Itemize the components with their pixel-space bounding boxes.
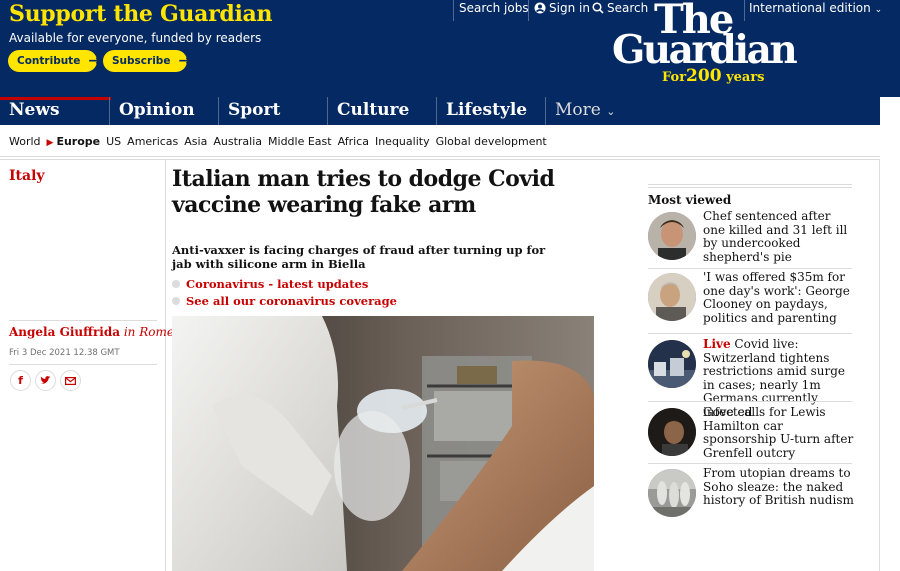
divider — [648, 187, 852, 188]
divider — [648, 184, 852, 185]
vaccination-photo — [172, 316, 594, 571]
related-link[interactable]: Coronavirus - latest updates — [172, 277, 368, 291]
primary-nav: News Opinion Sport Culture Lifestyle Mor… — [0, 97, 880, 125]
logo-years-number: 200 — [686, 66, 722, 86]
most-viewed-thumbnail — [648, 273, 696, 321]
most-viewed-item[interactable]: Chef sentenced after one killed and 31 l… — [648, 209, 855, 268]
related-link[interactable]: See all our coronavirus coverage — [172, 294, 397, 308]
most-viewed-thumbnail — [648, 340, 696, 388]
logo-for: For — [662, 70, 687, 85]
subscribe-button[interactable]: Subscribe → — [103, 50, 191, 72]
divider — [648, 333, 852, 334]
most-viewed-item[interactable]: 'I was offered $35m for one day's work':… — [648, 270, 855, 331]
most-viewed-text: Gove calls for Lewis Hamilton car sponso… — [703, 405, 854, 460]
bullet-icon — [172, 297, 180, 305]
nav-opinion[interactable]: Opinion — [109, 97, 218, 125]
guardian-logo[interactable]: The Guardian For200 years — [612, 0, 817, 90]
nav-culture[interactable]: Culture — [327, 97, 436, 125]
related-link-label: Coronavirus - latest updates — [186, 277, 369, 291]
article-standfirst: Anti-vaxxer is facing charges of fraud a… — [172, 243, 546, 271]
chevron-down-icon: ⌄ — [874, 5, 883, 15]
most-viewed-thumbnail — [648, 408, 696, 456]
most-viewed-item[interactable]: From utopian dreams to Soho sleaze: the … — [648, 466, 855, 525]
email-icon — [65, 376, 76, 385]
subscribe-label: Subscribe — [112, 55, 171, 67]
search-icon — [592, 2, 604, 14]
byline: Angela Giuffrida in Rome — [9, 325, 174, 339]
most-viewed-headline: 'I was offered $35m for one day's work':… — [703, 270, 855, 325]
most-viewed-text: From utopian dreams to Soho sleaze: the … — [703, 466, 854, 507]
column-rule — [165, 160, 166, 571]
column-rule — [879, 160, 880, 571]
divider — [648, 268, 852, 269]
author-name[interactable]: Angela Giuffrida — [9, 325, 120, 339]
support-subtitle: Available for everyone, funded by reader… — [9, 31, 262, 45]
most-viewed-headline: From utopian dreams to Soho sleaze: the … — [703, 466, 855, 508]
facebook-share-button[interactable]: f — [10, 370, 31, 391]
support-title: Support the Guardian — [9, 1, 273, 27]
logo-tagline: For200 years — [662, 66, 765, 86]
nav-more[interactable]: More ⌄ — [545, 97, 645, 125]
most-viewed-title: Most viewed — [648, 193, 732, 207]
logo-years: years — [726, 70, 765, 85]
nav-news[interactable]: News — [0, 97, 111, 125]
divider — [453, 0, 454, 21]
most-viewed-thumbnail — [648, 212, 696, 260]
subnav-africa[interactable]: Africa — [338, 135, 369, 148]
user-icon — [534, 2, 546, 14]
divider — [648, 463, 852, 464]
contribute-button[interactable]: Contribute → — [8, 50, 101, 72]
twitter-share-button[interactable] — [35, 370, 56, 391]
divider — [9, 364, 157, 365]
publish-date: Fri 3 Dec 2021 12.38 GMT — [9, 348, 120, 358]
sign-in-label: Sign in — [549, 1, 590, 15]
divider — [0, 156, 880, 157]
subnav-inequality[interactable]: Inequality — [375, 135, 430, 148]
facebook-icon: f — [18, 374, 23, 387]
sign-in-link[interactable]: Sign in — [534, 1, 590, 15]
search-jobs-label: Search jobs — [459, 1, 529, 15]
search-jobs-link[interactable]: Search jobs — [459, 1, 529, 15]
location: Rome — [139, 325, 174, 339]
subnav-global-development[interactable]: Global development — [436, 135, 547, 148]
most-viewed-headline: Gove calls for Lewis Hamilton car sponso… — [703, 405, 855, 460]
live-kicker: Live — [703, 337, 731, 351]
most-viewed-text: Chef sentenced after one killed and 31 l… — [703, 209, 848, 264]
divider — [648, 401, 852, 402]
subnav-asia[interactable]: Asia — [184, 135, 207, 148]
email-share-button[interactable] — [60, 370, 81, 391]
location-prefix: in — [123, 325, 136, 339]
subnav-middle-east[interactable]: Middle East — [268, 135, 332, 148]
subnav-australia[interactable]: Australia — [213, 135, 262, 148]
chevron-down-icon: ⌄ — [606, 105, 616, 118]
article-headline: Italian man tries to dodge Covid vaccine… — [172, 166, 555, 218]
divider — [0, 159, 880, 160]
subnav-us[interactable]: US — [106, 135, 121, 148]
twitter-icon — [40, 376, 51, 384]
article-main-image — [172, 316, 594, 571]
subnav-world[interactable]: World — [9, 135, 41, 148]
subnav-americas[interactable]: Americas — [127, 135, 178, 148]
nav-lifestyle[interactable]: Lifestyle — [436, 97, 545, 125]
nav-more-label: More — [555, 100, 601, 120]
nav-gutter — [880, 97, 900, 125]
most-viewed-headline: Chef sentenced after one killed and 31 l… — [703, 209, 855, 264]
related-link-label: See all our coronavirus coverage — [186, 294, 397, 308]
section-label[interactable]: Italy — [9, 168, 45, 184]
most-viewed-thumbnail — [648, 469, 696, 517]
most-viewed-text: 'I was offered $35m for one day's work':… — [703, 270, 850, 325]
divider — [9, 320, 157, 321]
arrow-right-icon: → — [88, 53, 101, 69]
arrow-right-icon: → — [178, 53, 191, 69]
divider — [528, 0, 529, 21]
most-viewed-item[interactable]: Live Covid live: Switzerland tightens re… — [648, 337, 852, 418]
most-viewed-item[interactable]: Gove calls for Lewis Hamilton car sponso… — [648, 405, 855, 464]
contribute-label: Contribute — [17, 55, 81, 67]
nav-sport[interactable]: Sport — [218, 97, 327, 125]
subnav: World Europe US Americas Asia Australia … — [0, 126, 880, 156]
bullet-icon — [172, 280, 180, 288]
subnav-europe[interactable]: Europe — [47, 135, 100, 148]
masthead: Support the Guardian Available for every… — [0, 0, 900, 97]
